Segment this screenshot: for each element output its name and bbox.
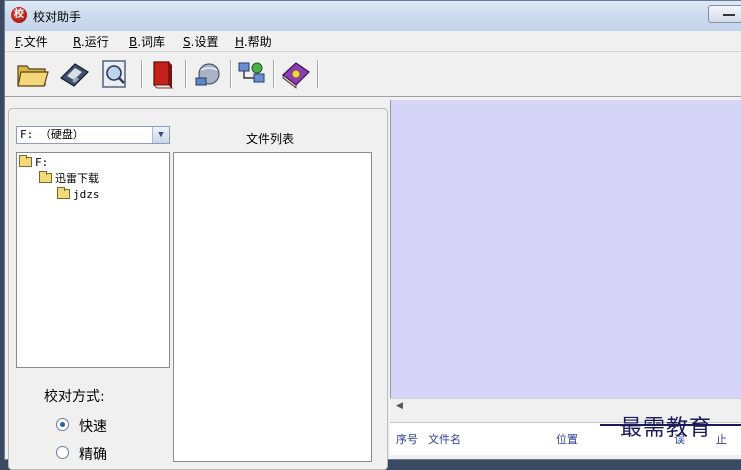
toolbar-separator bbox=[273, 60, 275, 88]
search-document-icon[interactable] bbox=[97, 58, 131, 90]
radio-precise-label: 精确 bbox=[79, 447, 107, 463]
watermark: 最需教育 bbox=[620, 416, 713, 441]
tree-item-label: jdzs bbox=[73, 188, 100, 201]
connect-icon[interactable] bbox=[235, 58, 269, 90]
toolbar-separator bbox=[230, 60, 232, 88]
red-book-icon[interactable] bbox=[145, 58, 179, 90]
floppy-save-icon[interactable] bbox=[57, 58, 91, 90]
folder-icon bbox=[39, 171, 52, 183]
menu-bar: F.文件 R.运行 B.词库 S.设置 H.帮助 bbox=[5, 31, 741, 51]
tree-item-folder[interactable]: jdzs bbox=[57, 187, 100, 202]
tree-item-label: 迅雷下载 bbox=[55, 172, 99, 185]
column-filename[interactable]: 文件名 bbox=[428, 431, 461, 447]
folder-icon bbox=[57, 187, 70, 199]
tree-item-label: F: bbox=[35, 156, 49, 169]
menu-dictionary-key: B bbox=[129, 35, 138, 49]
tree-item-folder[interactable]: 迅雷下载 bbox=[39, 171, 99, 186]
menu-run-key: R bbox=[73, 35, 81, 49]
scroll-left-icon[interactable]: ◀ bbox=[396, 401, 403, 411]
menu-help-key: H bbox=[235, 35, 244, 49]
radio-fast-label: 快速 bbox=[79, 419, 107, 435]
network-globe-icon[interactable] bbox=[191, 58, 225, 90]
drive-select-value: F: （硬盘） bbox=[20, 128, 84, 141]
folder-icon bbox=[19, 155, 32, 167]
proofreading-mode-label: 校对方式: bbox=[44, 389, 105, 405]
radio-precise[interactable]: 精确 bbox=[56, 444, 107, 464]
menu-settings-key: S bbox=[183, 35, 191, 49]
menu-file-label: .文件 bbox=[19, 35, 48, 49]
help-book-icon[interactable] bbox=[279, 58, 313, 90]
drive-select[interactable]: F: （硬盘） ▼ bbox=[16, 126, 170, 144]
tree-item-drive[interactable]: F: bbox=[19, 155, 49, 170]
column-position[interactable]: 位置 bbox=[556, 431, 578, 447]
toolbar-separator bbox=[141, 60, 143, 88]
app-icon[interactable]: 校 bbox=[11, 7, 27, 23]
column-stop[interactable]: 止 bbox=[716, 431, 727, 447]
column-index[interactable]: 序号 bbox=[396, 431, 418, 447]
menu-file[interactable]: F.文件 bbox=[15, 33, 48, 50]
window-title: 校对助手 bbox=[33, 10, 82, 24]
menu-settings-label: .设置 bbox=[190, 35, 219, 49]
radio-button[interactable] bbox=[56, 418, 69, 431]
menu-help-label: .帮助 bbox=[243, 35, 272, 49]
radio-button[interactable] bbox=[56, 446, 69, 459]
menu-run-label: .运行 bbox=[80, 35, 109, 49]
toolbar-separator bbox=[317, 60, 319, 88]
minimize-button[interactable] bbox=[708, 5, 741, 23]
file-list[interactable] bbox=[173, 152, 372, 462]
menu-help[interactable]: H.帮助 bbox=[235, 33, 272, 50]
minimize-icon bbox=[723, 14, 735, 16]
menu-dictionary[interactable]: B.词库 bbox=[129, 33, 165, 50]
title-bar[interactable]: 校 校对助手 bbox=[5, 1, 741, 32]
chevron-down-icon[interactable]: ▼ bbox=[152, 127, 169, 143]
document-view[interactable] bbox=[390, 100, 741, 398]
open-folder-icon[interactable] bbox=[15, 58, 49, 90]
toolbar-separator bbox=[185, 60, 187, 88]
file-list-header: 文件列表 bbox=[246, 132, 295, 146]
menu-run[interactable]: R.运行 bbox=[73, 33, 109, 50]
menu-settings[interactable]: S.设置 bbox=[183, 33, 218, 50]
toolbar bbox=[5, 51, 741, 97]
folder-tree[interactable]: F: 迅雷下载 jdzs bbox=[16, 152, 170, 368]
menu-dictionary-label: .词库 bbox=[137, 35, 166, 49]
radio-fast[interactable]: 快速 bbox=[56, 416, 107, 436]
